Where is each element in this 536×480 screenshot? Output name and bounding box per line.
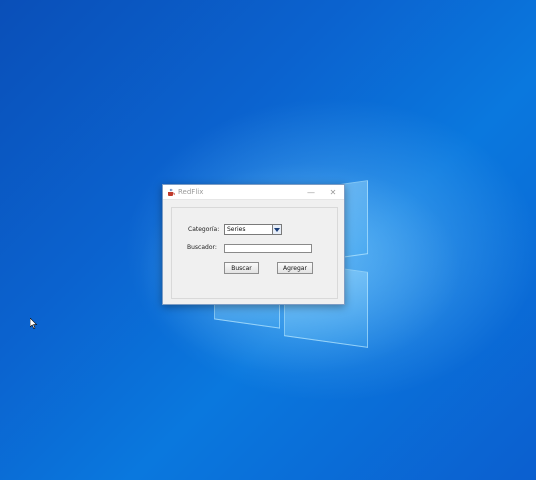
add-button[interactable]: Agregar	[277, 262, 313, 274]
java-cup-icon	[166, 188, 175, 197]
search-input[interactable]	[224, 244, 312, 253]
title-bar[interactable]: RedFlix — ✕	[163, 185, 344, 200]
mouse-pointer-icon	[30, 318, 38, 329]
category-select[interactable]: Series	[224, 224, 282, 235]
close-button[interactable]: ✕	[322, 185, 344, 200]
app-window: RedFlix — ✕ Categoría: Series Buscador: …	[162, 184, 345, 305]
form-panel	[171, 207, 338, 299]
category-label: Categoría:	[188, 226, 220, 233]
chevron-down-icon[interactable]	[272, 225, 281, 234]
minimize-button[interactable]: —	[300, 185, 322, 200]
window-title: RedFlix	[178, 188, 204, 196]
category-selected-value: Series	[227, 226, 246, 233]
search-button[interactable]: Buscar	[224, 262, 259, 274]
search-label: Buscador:	[187, 244, 217, 251]
